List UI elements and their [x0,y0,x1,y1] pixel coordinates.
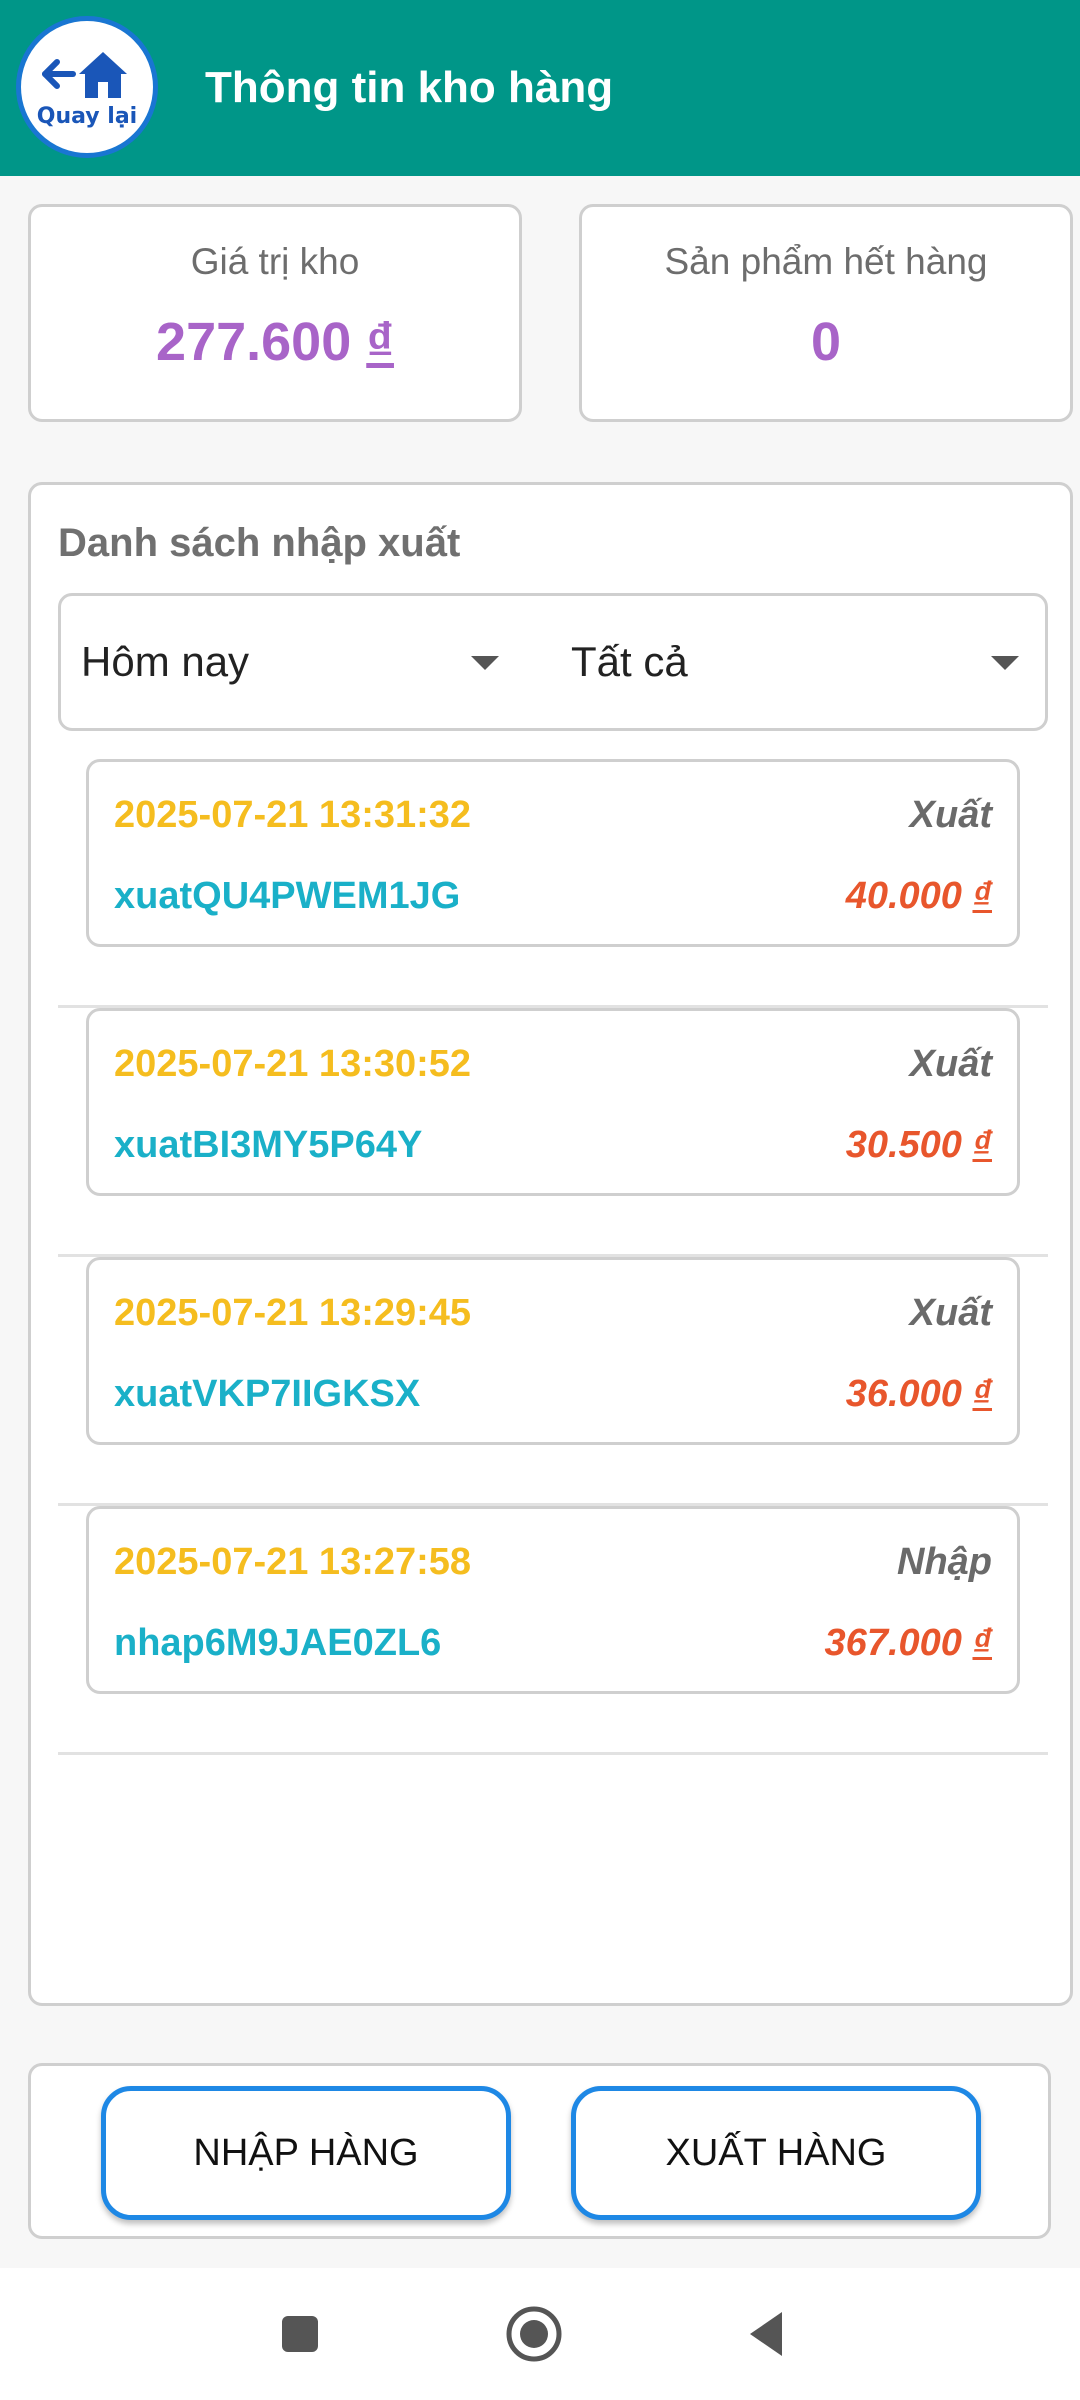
back-label: Quay lại [36,103,138,129]
transaction-code: nhap6M9JAE0ZL6 [114,1622,442,1664]
chevron-down-icon [991,656,1019,670]
transaction-amount: 30.500 ₫ [846,1124,992,1167]
recent-apps-button[interactable] [268,2302,332,2366]
recent-apps-icon [282,2316,318,2352]
back-home-button[interactable]: Quay lại [16,16,158,158]
list-item: 2025-07-21 13:30:52 Xuất xuatBI3MY5P64Y … [58,1008,1048,1257]
transaction-card[interactable]: 2025-07-21 13:27:58 Nhập nhap6M9JAE0ZL6 … [86,1506,1020,1694]
page-title: Thông tin kho hàng [205,63,614,112]
currency-symbol: ₫ [972,1124,992,1166]
transaction-list: 2025-07-21 13:31:32 Xuất xuatQU4PWEM1JG … [58,759,1048,1755]
transaction-code: xuatBI3MY5P64Y [114,1124,423,1166]
home-icon [506,2306,562,2362]
transaction-amount: 40.000 ₫ [846,875,992,918]
transaction-card[interactable]: 2025-07-21 13:30:52 Xuất xuatBI3MY5P64Y … [86,1008,1020,1196]
import-goods-button[interactable]: NHẬP HÀNG [101,2086,511,2220]
transaction-amount-value: 36.000 [845,1373,962,1415]
currency-symbol: ₫ [366,312,394,372]
currency-symbol: ₫ [972,1373,992,1415]
list-item: 2025-07-21 13:31:32 Xuất xuatQU4PWEM1JG … [58,759,1048,1008]
transaction-card[interactable]: 2025-07-21 13:31:32 Xuất xuatQU4PWEM1JG … [86,759,1020,947]
inventory-value-amount: 277.600 [156,312,352,372]
export-goods-button[interactable]: XUẤT HÀNG [571,2086,981,2220]
transaction-amount: 36.000 ₫ [846,1373,992,1416]
transaction-amount: 367.000 ₫ [825,1622,992,1665]
system-nav-bar [0,2268,1080,2400]
inventory-value: 277.600 ₫ [156,311,394,373]
transaction-time: 2025-07-21 13:31:32 [114,794,472,836]
transaction-type: Xuất [909,794,992,836]
transaction-type: Xuất [909,1292,992,1334]
transaction-type: Xuất [909,1043,992,1085]
transaction-amount-value: 367.000 [824,1622,962,1664]
back-icon [750,2312,782,2356]
transaction-time: 2025-07-21 13:29:45 [114,1292,472,1334]
out-of-stock-card: Sản phẩm hết hàng 0 [579,204,1073,422]
action-bar: NHẬP HÀNG XUẤT HÀNG [28,2063,1051,2239]
period-select[interactable]: Hôm nay [81,596,501,728]
inventory-value-label: Giá trị kho [190,241,360,282]
transaction-time: 2025-07-21 13:30:52 [114,1043,472,1085]
app-header: Quay lại Thông tin kho hàng [0,0,1080,176]
back-button[interactable] [736,2302,800,2366]
transactions-panel: Danh sách nhập xuất Hôm nay Tất cả 2025-… [28,482,1073,2006]
home-button[interactable] [502,2302,566,2366]
out-of-stock-value: 0 [810,312,842,372]
chevron-down-icon [471,656,499,670]
period-select-value: Hôm nay [81,638,250,685]
out-of-stock-label: Sản phẩm hết hàng [664,241,988,282]
transaction-amount-value: 40.000 [845,875,962,917]
currency-symbol: ₫ [972,1622,992,1664]
back-home-icon [42,51,127,98]
transaction-type: Nhập [897,1541,992,1583]
type-select[interactable]: Tất cả [571,596,1031,728]
filter-bar: Hôm nay Tất cả [58,593,1048,731]
list-item: 2025-07-21 13:27:58 Nhập nhap6M9JAE0ZL6 … [58,1506,1048,1755]
transaction-code: xuatQU4PWEM1JG [114,875,461,917]
transaction-card[interactable]: 2025-07-21 13:29:45 Xuất xuatVKP7IIGKSX … [86,1257,1020,1445]
inventory-value-card: Giá trị kho 277.600 ₫ [28,204,522,422]
transaction-code: xuatVKP7IIGKSX [114,1373,421,1415]
transactions-title: Danh sách nhập xuất [58,521,461,565]
transaction-amount-value: 30.500 [845,1124,962,1166]
type-select-value: Tất cả [571,638,688,685]
list-item: 2025-07-21 13:29:45 Xuất xuatVKP7IIGKSX … [58,1257,1048,1506]
transaction-time: 2025-07-21 13:27:58 [114,1541,472,1583]
currency-symbol: ₫ [972,875,992,917]
